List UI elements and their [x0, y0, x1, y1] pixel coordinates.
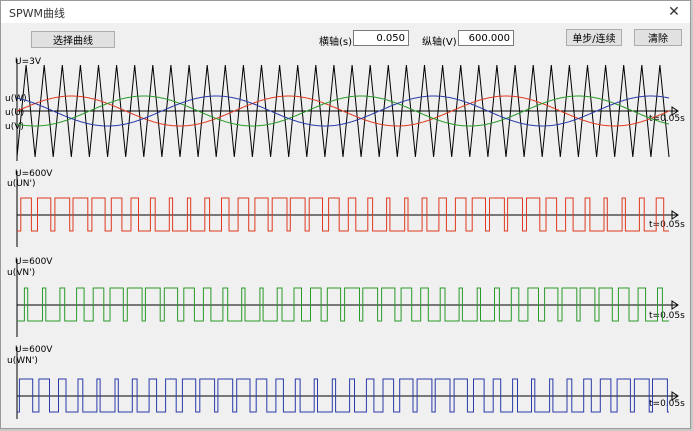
- panel-vn: U=600V u(VN') t=0.05s: [7, 257, 685, 337]
- signal-label-v: u(V): [5, 122, 24, 132]
- signal-label-vn: u(VN'): [7, 268, 35, 278]
- panel-reference: U=3V u(W) u(U) u(V) t=0.05s: [5, 57, 685, 161]
- panel-wn: U=600V u(WN') t=0.05s: [7, 345, 685, 419]
- signal-label-wn: u(WN'): [7, 356, 38, 366]
- plot-area: U=3V u(W) u(U) u(V) t=0.05s U=600V u(UN'…: [5, 57, 685, 419]
- scale-label: U=600V: [15, 257, 53, 267]
- spwm-window: SPWM曲线 ✕ 选择曲线 横轴(s) 纵轴(V) 单步/连续 清除 U=3V …: [0, 0, 691, 429]
- time-label: t=0.05s: [649, 220, 685, 230]
- scale-label: U=600V: [15, 169, 53, 179]
- time-label: t=0.05s: [649, 311, 685, 321]
- panel-un: U=600V u(UN') t=0.05s: [7, 169, 685, 247]
- signal-label-un: u(UN'): [7, 179, 36, 189]
- scale-label: U=600V: [15, 345, 53, 355]
- scale-label: U=3V: [15, 57, 42, 67]
